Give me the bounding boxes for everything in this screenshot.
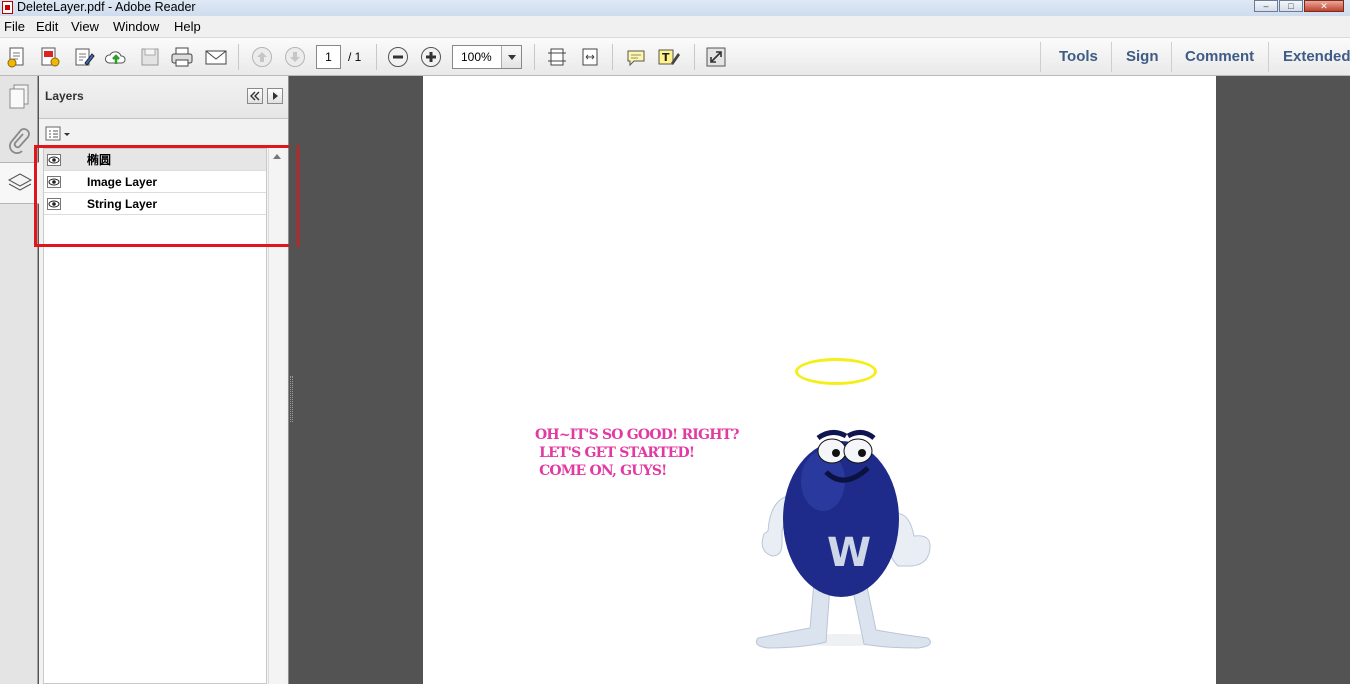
save-icon[interactable] xyxy=(138,46,162,68)
menu-window[interactable]: Window xyxy=(113,19,159,35)
ellipse-annotation xyxy=(795,358,877,385)
window-controls: – □ ✕ xyxy=(1253,0,1344,12)
zoom-value: 100% xyxy=(461,50,492,64)
sticky-note-icon[interactable] xyxy=(624,46,648,68)
close-button[interactable]: ✕ xyxy=(1304,0,1344,12)
extended-link[interactable]: Extended xyxy=(1283,48,1350,66)
panel-splitter[interactable] xyxy=(289,76,297,684)
page-thumbnails-button[interactable] xyxy=(0,76,38,118)
string-layer-text: OH~IT'S SO GOOD! RIGHT? LET'S GET STARTE… xyxy=(535,427,739,479)
toolbar-separator xyxy=(376,44,377,70)
page-total: / 1 xyxy=(348,50,362,64)
options-menu-button[interactable] xyxy=(45,125,73,143)
zoom-in-icon[interactable] xyxy=(419,46,443,68)
svg-text:T: T xyxy=(662,51,670,64)
double-chevron-left-icon xyxy=(250,91,260,101)
toolbar-separator xyxy=(694,44,695,70)
menu-edit[interactable]: Edit xyxy=(36,19,58,35)
zoom-select[interactable]: 100% xyxy=(452,45,522,69)
zoom-out-icon[interactable] xyxy=(386,46,410,68)
toolbar-separator xyxy=(1268,42,1269,72)
pdf-convert-icon[interactable] xyxy=(38,46,62,68)
collapse-panel-button[interactable] xyxy=(247,88,263,104)
toolbar-separator xyxy=(612,44,613,70)
fit-width-icon[interactable] xyxy=(578,46,602,68)
page-thumbnails-icon xyxy=(9,84,29,109)
toolbar-separator xyxy=(238,44,239,70)
toolbar-separator xyxy=(534,44,535,70)
annotation-highlight-box xyxy=(34,145,299,247)
panel-title: Layers xyxy=(45,89,84,103)
toolbar-separator xyxy=(1111,42,1112,72)
layers-icon xyxy=(7,173,32,191)
menu-bar: File Edit View Window Help xyxy=(0,16,1350,38)
splitter-grip[interactable] xyxy=(290,376,293,422)
cloud-upload-icon[interactable] xyxy=(104,46,128,68)
toolbar-separator xyxy=(1040,42,1041,72)
title-bar: DeleteLayer.pdf - Adobe Reader – □ ✕ xyxy=(0,0,1350,16)
menu-help[interactable]: Help xyxy=(174,19,201,35)
main-toolbar: 1 / 1 100% T Tools Sign Comment Extended xyxy=(0,38,1350,76)
email-icon[interactable] xyxy=(204,46,228,68)
attachments-button[interactable] xyxy=(0,119,38,161)
layers-options xyxy=(39,120,288,146)
create-pdf-icon[interactable] xyxy=(5,46,29,68)
triangle-right-icon xyxy=(273,92,278,100)
navigation-pane-strip xyxy=(0,76,39,684)
options-list-icon xyxy=(45,126,70,141)
page-number-input[interactable]: 1 xyxy=(316,45,341,69)
expand-panel-button[interactable] xyxy=(267,88,283,104)
pdf-page: OH~IT'S SO GOOD! RIGHT? LET'S GET STARTE… xyxy=(423,76,1216,684)
layers-panel-header: Layers xyxy=(39,76,288,119)
highlight-text-icon[interactable]: T xyxy=(657,46,681,68)
menu-file[interactable]: File xyxy=(4,19,25,35)
adobe-reader-icon xyxy=(2,1,13,14)
mascot-letter: W xyxy=(827,530,871,576)
previous-page-icon[interactable] xyxy=(250,46,274,68)
paperclip-icon xyxy=(9,128,30,154)
full-screen-icon[interactable] xyxy=(704,46,728,68)
comment-link[interactable]: Comment xyxy=(1185,48,1254,66)
maximize-button[interactable]: □ xyxy=(1279,0,1303,12)
edit-document-icon[interactable] xyxy=(72,46,96,68)
toolbar-separator xyxy=(1171,42,1172,72)
window-title: DeleteLayer.pdf - Adobe Reader xyxy=(17,0,196,14)
menu-view[interactable]: View xyxy=(71,19,99,35)
print-icon[interactable] xyxy=(170,46,194,68)
next-page-icon[interactable] xyxy=(283,46,307,68)
sign-link[interactable]: Sign xyxy=(1126,48,1159,66)
minimize-button[interactable]: – xyxy=(1254,0,1278,12)
mascot-image: W xyxy=(755,430,931,649)
fit-page-icon[interactable] xyxy=(545,46,569,68)
tools-link[interactable]: Tools xyxy=(1059,48,1098,66)
chevron-down-icon[interactable] xyxy=(501,46,521,68)
